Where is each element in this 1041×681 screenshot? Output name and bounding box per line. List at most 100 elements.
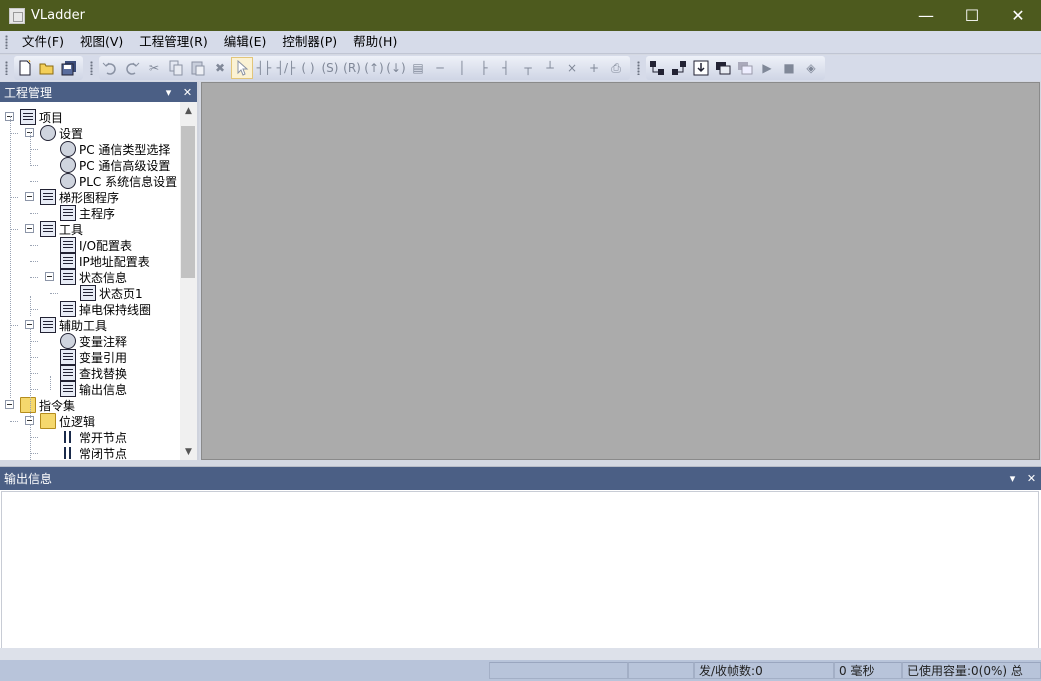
monitor-icon[interactable]	[712, 57, 734, 79]
tree-collapse-icon[interactable]	[5, 400, 14, 409]
redo-icon[interactable]	[121, 57, 143, 79]
tree-item[interactable]: 变量引用	[60, 349, 127, 365]
maximize-button[interactable]: ☐	[949, 0, 995, 31]
output-panel-close-icon[interactable]: ✕	[1022, 472, 1041, 485]
nc-contact-icon[interactable]: ┤/├	[275, 57, 297, 79]
menu-help[interactable]: 帮助(H)	[345, 32, 405, 52]
output-panel-dropdown-icon[interactable]: ▾	[1003, 472, 1022, 485]
tree-collapse-icon[interactable]	[25, 192, 34, 201]
insert-row-icon[interactable]: +	[583, 57, 605, 79]
tree-item[interactable]: 主程序	[60, 205, 115, 221]
reset-coil-icon[interactable]: (R)	[341, 57, 363, 79]
menu-file[interactable]: 文件(F)	[14, 32, 72, 52]
open-icon[interactable]	[36, 57, 58, 79]
scroll-down-icon[interactable]: ▼	[180, 443, 197, 460]
tree-item[interactable]: PC 通信高级设置	[60, 157, 170, 173]
tree-item[interactable]: 状态信息	[60, 269, 127, 285]
folder-icon	[20, 397, 36, 413]
tree-item-label: 常闭节点	[79, 446, 128, 461]
tree-item[interactable]: 设置	[40, 125, 83, 141]
tree-item-label: 查找替换	[79, 366, 128, 381]
tree-item[interactable]: PC 通信类型选择	[60, 141, 170, 157]
variable-ref-icon	[60, 349, 76, 365]
function-block-icon[interactable]: ▤	[407, 57, 429, 79]
tree-item[interactable]: 查找替换	[60, 365, 127, 381]
vertical-line-icon[interactable]: │	[451, 57, 473, 79]
ladder-workspace[interactable]	[201, 82, 1040, 460]
toolbar-plc-group: ▶ ■ ◈	[646, 56, 825, 80]
import-icon[interactable]	[690, 57, 712, 79]
branch-icon[interactable]: ├	[473, 57, 495, 79]
tree-item[interactable]: I/O配置表	[60, 237, 132, 253]
no-contact-icon[interactable]: ┤├	[253, 57, 275, 79]
select-pointer-icon[interactable]	[231, 57, 253, 79]
delete-row-icon[interactable]: ×	[561, 57, 583, 79]
project-panel-close-icon[interactable]: ✕	[178, 86, 197, 99]
menu-project[interactable]: 工程管理(R)	[131, 32, 215, 52]
menu-controller[interactable]: 控制器(P)	[274, 32, 345, 52]
download-icon[interactable]	[646, 57, 668, 79]
ladder-program-icon	[40, 189, 56, 205]
tree-item[interactable]: 指令集	[20, 397, 75, 413]
menu-view[interactable]: 视图(V)	[72, 32, 131, 52]
menu-edit[interactable]: 编辑(E)	[216, 32, 275, 52]
delete-icon[interactable]: ✖	[209, 57, 231, 79]
app-logo-icon	[9, 7, 25, 24]
copy-icon[interactable]	[165, 57, 187, 79]
print-icon[interactable]: ⎙	[605, 57, 627, 79]
upload-icon[interactable]	[668, 57, 690, 79]
toolbar-grip[interactable]	[5, 61, 8, 75]
tree-item[interactable]: 辅助工具	[40, 317, 107, 333]
toolbar-grip-3[interactable]	[637, 61, 640, 75]
parallel-icon[interactable]: ┬	[517, 57, 539, 79]
falling-edge-coil-icon[interactable]: (↓)	[385, 57, 407, 79]
tree-item[interactable]: 变量注释	[60, 333, 127, 349]
tree-connector	[30, 437, 38, 438]
paste-icon[interactable]	[187, 57, 209, 79]
toolbar-grip-2[interactable]	[90, 61, 93, 75]
tree-item[interactable]: 常开节点	[60, 429, 127, 445]
tree-item[interactable]: 输出信息	[60, 381, 127, 397]
tree-connector	[30, 245, 38, 246]
undo-icon[interactable]	[99, 57, 121, 79]
unbranch-icon[interactable]: ┤	[495, 57, 517, 79]
tree-connector	[10, 133, 18, 134]
minimize-button[interactable]: —	[903, 0, 949, 31]
project-tree-scrollbar[interactable]: ▲ ▼	[180, 102, 197, 460]
tree-item[interactable]: 状态页1	[80, 285, 143, 301]
project-panel-dropdown-icon[interactable]: ▾	[159, 86, 178, 99]
tree-item[interactable]: 常闭节点	[60, 445, 127, 460]
output-text-area[interactable]	[1, 491, 1039, 649]
tree-item[interactable]: 工具	[40, 221, 83, 237]
menubar-grip[interactable]	[5, 35, 8, 49]
cut-icon[interactable]: ✂	[143, 57, 165, 79]
tree-item-label: 状态页1	[99, 286, 143, 301]
rising-edge-coil-icon[interactable]: (↑)	[363, 57, 385, 79]
scroll-thumb[interactable]	[181, 126, 195, 278]
tree-item[interactable]: 梯形图程序	[40, 189, 119, 205]
monitor-stop-icon[interactable]	[734, 57, 756, 79]
tree-item[interactable]: IP地址配置表	[60, 253, 150, 269]
tree-item[interactable]: 位逻辑	[40, 413, 95, 429]
set-coil-icon[interactable]: (S)	[319, 57, 341, 79]
tree-collapse-icon[interactable]	[45, 272, 54, 281]
diagnose-icon[interactable]: ◈	[800, 57, 822, 79]
tree-connector	[10, 325, 18, 326]
new-icon[interactable]	[14, 57, 36, 79]
tree-item[interactable]: 掉电保持线圈	[60, 301, 151, 317]
coil-icon[interactable]: ( )	[297, 57, 319, 79]
run-icon[interactable]: ▶	[756, 57, 778, 79]
tree-item-label: 梯形图程序	[59, 190, 120, 205]
save-all-icon[interactable]	[58, 57, 80, 79]
stop-icon[interactable]: ■	[778, 57, 800, 79]
tree-collapse-icon[interactable]	[25, 224, 34, 233]
parallel-close-icon[interactable]: ┴	[539, 57, 561, 79]
close-button[interactable]: ✕	[995, 0, 1041, 31]
tree-connector	[30, 181, 38, 182]
horizontal-line-icon[interactable]: ─	[429, 57, 451, 79]
tree-item[interactable]: PLC 系统信息设置	[60, 173, 177, 189]
variable-comment-icon	[60, 333, 76, 349]
tree-item[interactable]: 项目	[20, 109, 63, 125]
scroll-up-icon[interactable]: ▲	[180, 102, 197, 119]
tree-item-label: 掉电保持线圈	[79, 302, 152, 317]
